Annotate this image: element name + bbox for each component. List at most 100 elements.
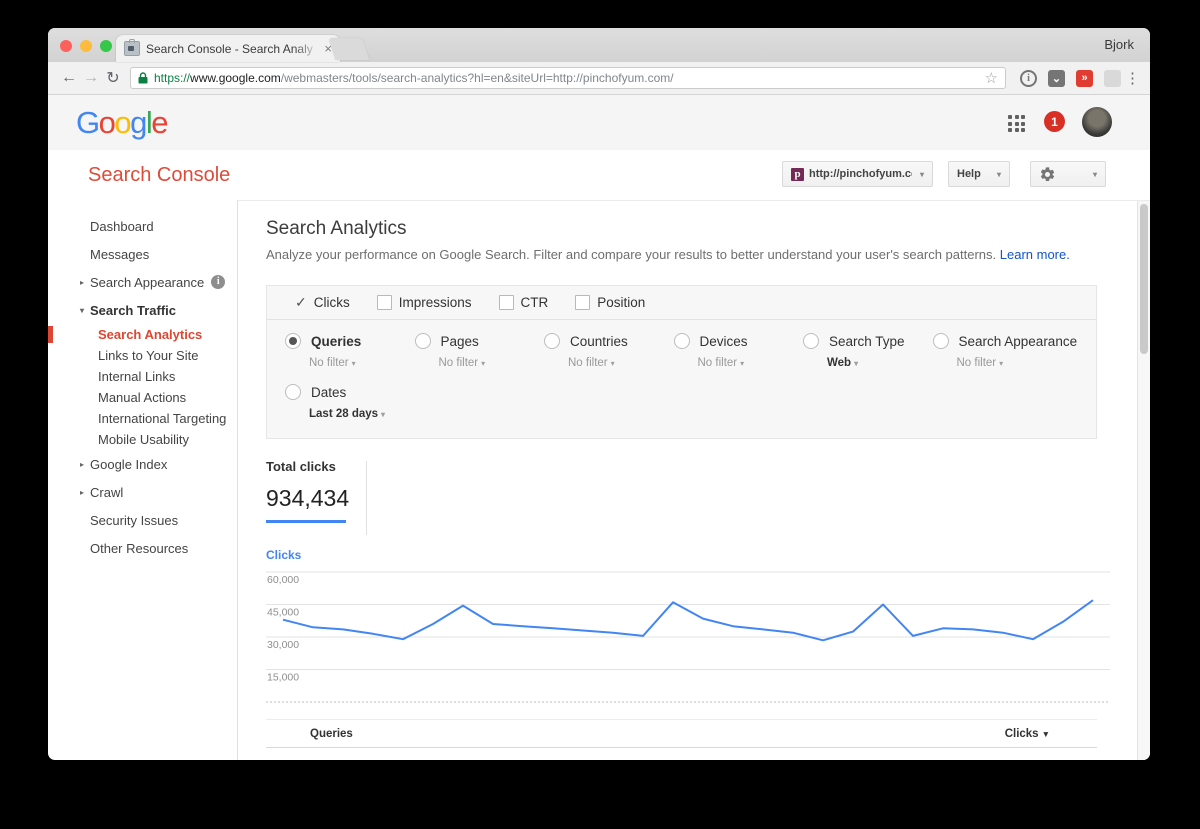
new-tab-button[interactable] xyxy=(328,38,369,60)
sidebar-item-other-resources[interactable]: Other Resources xyxy=(48,534,237,562)
sidebar-item-search-analytics[interactable]: Search Analytics xyxy=(48,324,237,345)
expand-arrow-icon[interactable]: ▸ xyxy=(80,460,84,469)
metric-toggle-impressions[interactable]: Impressions xyxy=(377,295,472,310)
dimension-label[interactable]: Pages xyxy=(441,334,479,349)
metric-toggle-ctr[interactable]: CTR xyxy=(499,295,549,310)
browser-profile-name[interactable]: Bjork xyxy=(1104,37,1134,52)
scrollbar[interactable] xyxy=(1137,201,1150,760)
zoom-window-button[interactable] xyxy=(100,40,112,52)
sidebar-item-label: International Targeting xyxy=(98,411,226,426)
google-logo-letter: G xyxy=(76,105,99,140)
back-button[interactable]: ← xyxy=(58,69,80,87)
filter-value: Web xyxy=(827,357,851,369)
metric-label: Clicks xyxy=(314,295,350,310)
sidebar-item-crawl[interactable]: ▸Crawl xyxy=(48,478,237,506)
site-selector-dropdown[interactable]: p http://pinchofyum.com/ ▾ xyxy=(782,161,933,187)
avatar[interactable] xyxy=(1082,107,1112,137)
filter-dropdown-search-type[interactable]: Web▾ xyxy=(827,357,933,369)
info-icon[interactable]: i xyxy=(211,275,225,289)
url-bar[interactable]: https://www.google.com/webmasters/tools/… xyxy=(130,67,1006,89)
filter-dropdown-countries[interactable]: No filter▾ xyxy=(568,357,674,369)
google-apps-icon[interactable] xyxy=(1008,115,1025,132)
minimize-window-button[interactable] xyxy=(80,40,92,52)
scrollbar-thumb[interactable] xyxy=(1140,204,1148,354)
dimension-label[interactable]: Dates xyxy=(311,385,346,400)
filter-value: No filter xyxy=(439,357,479,369)
column-queries[interactable]: Queries xyxy=(310,728,353,740)
sidebar-item-dashboard[interactable]: Dashboard xyxy=(48,212,237,240)
browser-menu-icon[interactable]: ⋮ xyxy=(1125,69,1140,87)
clicks-line-chart: 60,00045,00030,00015,000 xyxy=(266,561,1110,711)
radio-pages[interactable] xyxy=(415,333,431,349)
app-title[interactable]: Search Console xyxy=(88,164,230,187)
dimension-countries: Countries No filter▾ xyxy=(544,333,674,369)
metric-toggle-clicks[interactable]: ✓ Clicks xyxy=(295,294,350,311)
chart-series-label: Clicks xyxy=(266,548,301,562)
dimension-label[interactable]: Queries xyxy=(311,334,361,349)
notification-badge[interactable]: 1 xyxy=(1044,111,1065,132)
chevron-down-icon: ▾ xyxy=(999,359,1003,368)
tab-favicon-icon xyxy=(124,41,140,56)
learn-more-link[interactable]: Learn more. xyxy=(1000,247,1070,262)
collapse-arrow-icon[interactable]: ▾ xyxy=(80,306,84,315)
sidebar-item-search-appearance[interactable]: ▸Search Appearancei xyxy=(48,268,237,296)
radio-devices[interactable] xyxy=(674,333,690,349)
total-clicks-card[interactable]: Total clicks 934,434 xyxy=(266,459,349,523)
google-logo[interactable]: Google xyxy=(76,105,167,141)
bookmark-star-icon[interactable]: ☆ xyxy=(985,69,998,87)
filter-dropdown-dates[interactable]: Last 28 days▾ xyxy=(309,408,1096,420)
radio-countries[interactable] xyxy=(544,333,560,349)
metric-toggle-position[interactable]: Position xyxy=(575,295,645,310)
filter-dropdown-devices[interactable]: No filter▾ xyxy=(698,357,804,369)
chevron-down-icon: ▾ xyxy=(854,359,858,368)
filter-dropdown-queries[interactable]: No filter▾ xyxy=(309,357,415,369)
totals-divider xyxy=(366,461,367,535)
pocket-extension-icon[interactable]: ⌄ xyxy=(1048,70,1065,87)
dimension-pages: Pages No filter▾ xyxy=(415,333,545,369)
browser-tab[interactable]: Search Console - Search Analy × xyxy=(116,35,340,62)
dimension-label[interactable]: Search Type xyxy=(829,334,905,349)
metric-label: CTR xyxy=(521,295,549,310)
sidebar-item-search-traffic[interactable]: ▾Search Traffic xyxy=(48,296,237,324)
url-scheme: https:// xyxy=(154,71,190,85)
chevron-down-icon: ▾ xyxy=(611,359,615,368)
filter-dropdown-search-appearance[interactable]: No filter▾ xyxy=(957,357,1078,369)
sidebar-item-security-issues[interactable]: Security Issues xyxy=(48,506,237,534)
reload-button[interactable]: ↻ xyxy=(102,68,124,88)
radio-queries[interactable] xyxy=(285,333,301,349)
sidebar-item-google-index[interactable]: ▸Google Index xyxy=(48,450,237,478)
google-logo-letter: o xyxy=(114,105,130,140)
checkbox-empty[interactable] xyxy=(377,295,392,310)
chat-extension-icon[interactable] xyxy=(1104,70,1121,87)
info-extension-icon[interactable]: i xyxy=(1020,70,1037,87)
checkbox-empty[interactable] xyxy=(499,295,514,310)
dimension-label[interactable]: Countries xyxy=(570,334,628,349)
settings-dropdown[interactable]: ▾ xyxy=(1030,161,1106,187)
filter-value: No filter xyxy=(698,357,738,369)
filter-dropdown-pages[interactable]: No filter▾ xyxy=(439,357,545,369)
expand-arrow-icon[interactable]: ▸ xyxy=(80,488,84,497)
checkbox-empty[interactable] xyxy=(575,295,590,310)
sidebar-item-label: Internal Links xyxy=(98,369,175,384)
checkmark-icon[interactable]: ✓ xyxy=(295,294,307,311)
site-favicon-icon: p xyxy=(791,168,804,181)
sidebar-item-internal-links[interactable]: Internal Links xyxy=(48,366,237,387)
sidebar-item-links-to-your-site[interactable]: Links to Your Site xyxy=(48,345,237,366)
column-clicks-sort[interactable]: Clicks▼ xyxy=(1005,728,1050,740)
dimension-label[interactable]: Devices xyxy=(700,334,748,349)
sidebar-item-messages[interactable]: Messages xyxy=(48,240,237,268)
close-window-button[interactable] xyxy=(60,40,72,52)
dimension-label[interactable]: Search Appearance xyxy=(959,334,1078,349)
google-logo-letter: g xyxy=(130,105,146,140)
help-dropdown[interactable]: Help ▾ xyxy=(948,161,1010,187)
fastforward-extension-icon[interactable]: » xyxy=(1076,70,1093,87)
radio-search-appearance[interactable] xyxy=(933,333,949,349)
gear-icon xyxy=(1039,166,1056,183)
sidebar-item-international-targeting[interactable]: International Targeting xyxy=(48,408,237,429)
sidebar-item-mobile-usability[interactable]: Mobile Usability xyxy=(48,429,237,450)
sidebar-item-manual-actions[interactable]: Manual Actions xyxy=(48,387,237,408)
radio-search-type[interactable] xyxy=(803,333,819,349)
browser-toolbar: ← → ↻ https://www.google.com/webmasters/… xyxy=(48,62,1150,95)
expand-arrow-icon[interactable]: ▸ xyxy=(80,278,84,287)
radio-dates[interactable] xyxy=(285,384,301,400)
